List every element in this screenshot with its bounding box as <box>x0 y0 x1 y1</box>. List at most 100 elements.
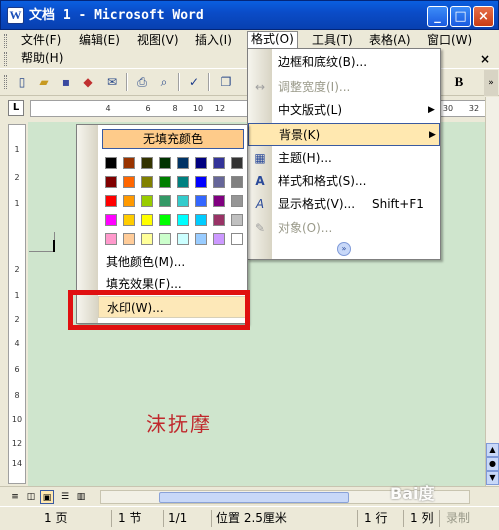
color-swatch[interactable] <box>123 195 135 207</box>
color-swatch[interactable] <box>213 214 225 226</box>
next-page-icon[interactable]: ▼ <box>486 471 499 485</box>
color-swatch[interactable] <box>159 233 171 245</box>
color-swatch[interactable] <box>141 233 153 245</box>
close-document-icon[interactable]: × <box>480 52 490 66</box>
color-swatch[interactable] <box>213 176 225 188</box>
menu-format[interactable]: 格式(O) <box>247 31 298 48</box>
color-swatch[interactable] <box>105 176 117 188</box>
color-swatch[interactable] <box>177 157 189 169</box>
print-preview-icon[interactable]: ⌕ <box>156 74 172 90</box>
menu-file[interactable]: 文件(F) <box>18 32 64 49</box>
format-menu: 边框和底纹(B)... ↔ 调整宽度(I)... 中文版式(L) ▶ 背景(K)… <box>247 48 441 260</box>
color-swatch[interactable] <box>231 195 243 207</box>
vertical-scrollbar[interactable]: ▲ ● ▼ <box>485 97 499 486</box>
open-folder-icon[interactable]: ▰ <box>36 74 52 90</box>
menu-item-object[interactable]: ✎ 对象(O)... <box>248 217 440 240</box>
tab-selector[interactable]: L <box>8 100 24 116</box>
word-app-icon[interactable]: W <box>7 7 24 24</box>
ruler-tick: 2 <box>14 315 20 324</box>
color-swatch[interactable] <box>105 214 117 226</box>
print-icon[interactable]: ⎙ <box>134 74 150 90</box>
text-cursor <box>53 240 55 252</box>
color-swatch[interactable] <box>123 233 135 245</box>
menu-item-label: 对象(O)... <box>278 221 333 235</box>
menu-item-asian-layout[interactable]: 中文版式(L) ▶ <box>248 99 440 122</box>
color-swatch[interactable] <box>231 233 243 245</box>
color-swatch[interactable] <box>213 233 225 245</box>
color-swatch[interactable] <box>105 157 117 169</box>
color-swatch[interactable] <box>177 233 189 245</box>
color-swatch[interactable] <box>141 157 153 169</box>
menu-table[interactable]: 表格(A) <box>366 32 414 49</box>
color-swatch[interactable] <box>159 214 171 226</box>
color-swatch[interactable] <box>231 214 243 226</box>
menu-insert[interactable]: 插入(I) <box>192 32 235 49</box>
reading-view-icon[interactable]: ▥ <box>74 490 88 504</box>
color-swatch[interactable] <box>123 157 135 169</box>
menu-tools[interactable]: 工具(T) <box>309 32 356 49</box>
menu-item-background[interactable]: 背景(K) ▶ <box>248 123 440 146</box>
color-swatch[interactable] <box>159 157 171 169</box>
select-browse-object-icon[interactable]: ● <box>486 457 499 471</box>
toolbar-options-icon[interactable]: » <box>484 70 498 96</box>
menu-help[interactable]: 帮助(H) <box>18 50 66 67</box>
color-swatch[interactable] <box>231 176 243 188</box>
close-button[interactable]: × <box>473 6 494 27</box>
color-swatch[interactable] <box>123 176 135 188</box>
more-colors-item[interactable]: 其他颜色(M)... <box>98 251 247 273</box>
previous-page-icon[interactable]: ▲ <box>486 443 499 457</box>
maximize-button[interactable]: □ <box>450 6 471 27</box>
toolbar-separator <box>126 73 128 91</box>
status-record[interactable]: 录制 <box>442 510 498 527</box>
toolbar-grip[interactable] <box>4 75 7 89</box>
menu-window[interactable]: 窗口(W) <box>424 32 475 49</box>
color-swatch[interactable] <box>177 214 189 226</box>
color-swatch[interactable] <box>105 195 117 207</box>
new-document-icon[interactable]: ▯ <box>14 74 30 90</box>
email-icon[interactable]: ✉ <box>104 74 120 90</box>
color-swatch[interactable] <box>177 195 189 207</box>
ruler-tick: 30 <box>442 104 454 113</box>
color-swatch[interactable] <box>123 214 135 226</box>
color-swatch[interactable] <box>141 195 153 207</box>
menu-view[interactable]: 视图(V) <box>134 32 182 49</box>
color-swatch[interactable] <box>177 176 189 188</box>
save-icon[interactable]: ▪ <box>58 74 74 90</box>
menubar-grip[interactable] <box>4 34 7 48</box>
highlight-annotation-box <box>68 290 250 330</box>
color-swatch[interactable] <box>159 176 171 188</box>
menu-item-styles-formatting[interactable]: A 样式和格式(S)... <box>248 170 440 193</box>
minimize-button[interactable]: _ <box>427 6 448 27</box>
color-swatch[interactable] <box>159 195 171 207</box>
menu-item-reveal-formatting[interactable]: A 显示格式(V)... Shift+F1 <box>248 193 440 216</box>
vertical-ruler[interactable]: 1 2 1 2 1 2 4 6 8 10 12 14 <box>8 124 26 484</box>
no-fill-color-button[interactable]: 无填充颜色 <box>102 129 244 149</box>
color-swatch[interactable] <box>195 233 207 245</box>
permission-icon[interactable]: ◆ <box>80 74 96 90</box>
menu-edit[interactable]: 编辑(E) <box>76 32 123 49</box>
spelling-icon[interactable]: ✓ <box>186 74 202 90</box>
horizontal-scroll-thumb[interactable] <box>159 492 349 503</box>
menu-item-adjust-width[interactable]: ↔ 调整宽度(I)... <box>248 76 440 99</box>
color-swatch[interactable] <box>213 157 225 169</box>
outline-view-icon[interactable]: ☰ <box>58 490 72 504</box>
web-view-icon[interactable]: ◫ <box>24 490 38 504</box>
bold-button[interactable]: B <box>449 73 469 91</box>
menu-item-borders-shading[interactable]: 边框和底纹(B)... <box>248 51 440 74</box>
expand-menu-icon[interactable]: » <box>337 242 351 256</box>
color-swatch[interactable] <box>141 176 153 188</box>
copy-icon[interactable]: ❐ <box>218 74 234 90</box>
color-swatch[interactable] <box>141 214 153 226</box>
menubar-grip-2[interactable] <box>4 52 7 66</box>
ruler-tick: 4 <box>105 104 111 113</box>
print-layout-icon[interactable]: ▣ <box>40 490 54 504</box>
menu-item-theme[interactable]: ▦ 主题(H)... <box>248 147 440 170</box>
color-swatch[interactable] <box>231 157 243 169</box>
normal-view-icon[interactable]: ≡ <box>8 490 22 504</box>
color-swatch[interactable] <box>195 214 207 226</box>
color-swatch[interactable] <box>195 176 207 188</box>
color-swatch[interactable] <box>195 157 207 169</box>
color-swatch[interactable] <box>195 195 207 207</box>
color-swatch[interactable] <box>213 195 225 207</box>
color-swatch[interactable] <box>105 233 117 245</box>
